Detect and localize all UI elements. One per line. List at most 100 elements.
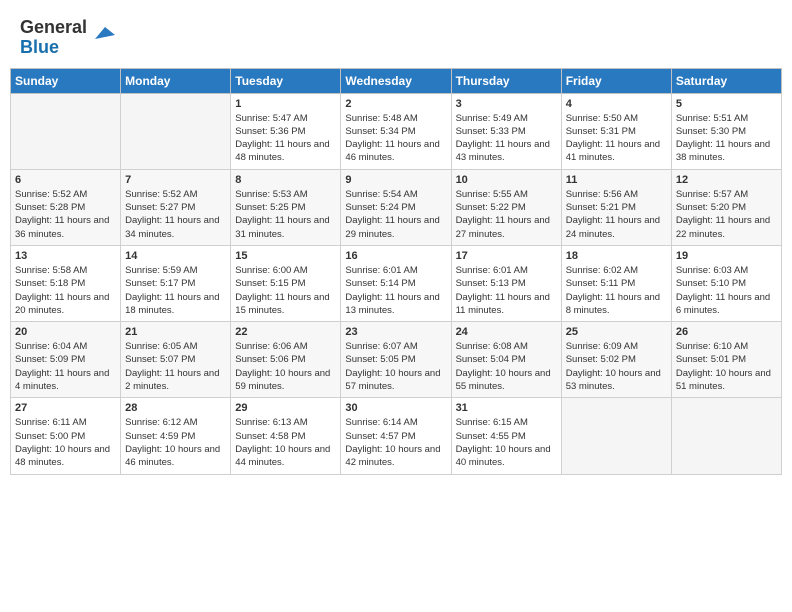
calendar-cell	[121, 93, 231, 169]
cell-content: Sunrise: 6:11 AM Sunset: 5:00 PM Dayligh…	[15, 416, 116, 469]
sunrise-text: Sunrise: 6:08 AM	[456, 341, 528, 352]
day-number: 27	[15, 402, 116, 414]
day-number: 18	[566, 250, 667, 262]
day-number: 3	[456, 98, 557, 110]
sunrise-text: Sunrise: 5:57 AM	[676, 189, 748, 200]
daylight-text: Daylight: 11 hours and 8 minutes.	[566, 292, 660, 316]
cell-content: Sunrise: 5:52 AM Sunset: 5:27 PM Dayligh…	[125, 188, 226, 241]
daylight-text: Daylight: 10 hours and 55 minutes.	[456, 368, 551, 392]
sunrise-text: Sunrise: 6:01 AM	[456, 265, 528, 276]
daylight-text: Daylight: 11 hours and 20 minutes.	[15, 292, 109, 316]
sunset-text: Sunset: 5:30 PM	[676, 126, 746, 137]
calendar-cell: 19 Sunrise: 6:03 AM Sunset: 5:10 PM Dayl…	[671, 245, 781, 321]
cell-content: Sunrise: 5:52 AM Sunset: 5:28 PM Dayligh…	[15, 188, 116, 241]
calendar-cell: 25 Sunrise: 6:09 AM Sunset: 5:02 PM Dayl…	[561, 322, 671, 398]
sunset-text: Sunset: 5:27 PM	[125, 202, 195, 213]
sunrise-text: Sunrise: 5:56 AM	[566, 189, 638, 200]
calendar-cell: 10 Sunrise: 5:55 AM Sunset: 5:22 PM Dayl…	[451, 169, 561, 245]
day-number: 9	[345, 174, 446, 186]
sunrise-text: Sunrise: 6:05 AM	[125, 341, 197, 352]
calendar-cell: 27 Sunrise: 6:11 AM Sunset: 5:00 PM Dayl…	[11, 398, 121, 474]
day-number: 5	[676, 98, 777, 110]
cell-content: Sunrise: 6:01 AM Sunset: 5:14 PM Dayligh…	[345, 264, 446, 317]
daylight-text: Daylight: 11 hours and 22 minutes.	[676, 215, 770, 239]
sunrise-text: Sunrise: 5:51 AM	[676, 113, 748, 124]
cell-content: Sunrise: 5:51 AM Sunset: 5:30 PM Dayligh…	[676, 112, 777, 165]
cell-content: Sunrise: 6:07 AM Sunset: 5:05 PM Dayligh…	[345, 340, 446, 393]
daylight-text: Daylight: 11 hours and 43 minutes.	[456, 139, 550, 163]
calendar-cell: 1 Sunrise: 5:47 AM Sunset: 5:36 PM Dayli…	[231, 93, 341, 169]
calendar-cell: 12 Sunrise: 5:57 AM Sunset: 5:20 PM Dayl…	[671, 169, 781, 245]
calendar-week-1: 1 Sunrise: 5:47 AM Sunset: 5:36 PM Dayli…	[11, 93, 782, 169]
cell-content: Sunrise: 5:49 AM Sunset: 5:33 PM Dayligh…	[456, 112, 557, 165]
sunset-text: Sunset: 4:55 PM	[456, 431, 526, 442]
daylight-text: Daylight: 10 hours and 46 minutes.	[125, 444, 220, 468]
cell-content: Sunrise: 6:08 AM Sunset: 5:04 PM Dayligh…	[456, 340, 557, 393]
cell-content: Sunrise: 5:56 AM Sunset: 5:21 PM Dayligh…	[566, 188, 667, 241]
calendar-cell: 4 Sunrise: 5:50 AM Sunset: 5:31 PM Dayli…	[561, 93, 671, 169]
day-number: 4	[566, 98, 667, 110]
sunrise-text: Sunrise: 5:48 AM	[345, 113, 417, 124]
sunset-text: Sunset: 5:28 PM	[15, 202, 85, 213]
sunset-text: Sunset: 5:20 PM	[676, 202, 746, 213]
day-number: 1	[235, 98, 336, 110]
daylight-text: Daylight: 11 hours and 13 minutes.	[345, 292, 439, 316]
daylight-text: Daylight: 11 hours and 41 minutes.	[566, 139, 660, 163]
calendar-cell: 26 Sunrise: 6:10 AM Sunset: 5:01 PM Dayl…	[671, 322, 781, 398]
calendar-cell: 30 Sunrise: 6:14 AM Sunset: 4:57 PM Dayl…	[341, 398, 451, 474]
daylight-text: Daylight: 10 hours and 44 minutes.	[235, 444, 330, 468]
calendar-week-4: 20 Sunrise: 6:04 AM Sunset: 5:09 PM Dayl…	[11, 322, 782, 398]
logo-icon	[91, 21, 115, 45]
day-number: 8	[235, 174, 336, 186]
sunset-text: Sunset: 5:13 PM	[456, 278, 526, 289]
cell-content: Sunrise: 6:02 AM Sunset: 5:11 PM Dayligh…	[566, 264, 667, 317]
sunrise-text: Sunrise: 6:06 AM	[235, 341, 307, 352]
day-number: 11	[566, 174, 667, 186]
cell-content: Sunrise: 6:01 AM Sunset: 5:13 PM Dayligh…	[456, 264, 557, 317]
daylight-text: Daylight: 10 hours and 42 minutes.	[345, 444, 440, 468]
calendar-cell: 14 Sunrise: 5:59 AM Sunset: 5:17 PM Dayl…	[121, 245, 231, 321]
daylight-text: Daylight: 11 hours and 15 minutes.	[235, 292, 329, 316]
sunrise-text: Sunrise: 5:53 AM	[235, 189, 307, 200]
daylight-text: Daylight: 11 hours and 36 minutes.	[15, 215, 109, 239]
calendar-cell: 29 Sunrise: 6:13 AM Sunset: 4:58 PM Dayl…	[231, 398, 341, 474]
calendar-table: SundayMondayTuesdayWednesdayThursdayFrid…	[10, 68, 782, 475]
sunrise-text: Sunrise: 5:52 AM	[125, 189, 197, 200]
sunrise-text: Sunrise: 6:15 AM	[456, 417, 528, 428]
weekday-header-saturday: Saturday	[671, 68, 781, 93]
cell-content: Sunrise: 6:13 AM Sunset: 4:58 PM Dayligh…	[235, 416, 336, 469]
sunrise-text: Sunrise: 6:04 AM	[15, 341, 87, 352]
sunrise-text: Sunrise: 6:00 AM	[235, 265, 307, 276]
sunrise-text: Sunrise: 6:09 AM	[566, 341, 638, 352]
sunrise-text: Sunrise: 5:55 AM	[456, 189, 528, 200]
calendar-cell: 5 Sunrise: 5:51 AM Sunset: 5:30 PM Dayli…	[671, 93, 781, 169]
day-number: 19	[676, 250, 777, 262]
cell-content: Sunrise: 5:57 AM Sunset: 5:20 PM Dayligh…	[676, 188, 777, 241]
sunrise-text: Sunrise: 6:11 AM	[15, 417, 87, 428]
sunset-text: Sunset: 5:05 PM	[345, 354, 415, 365]
day-number: 26	[676, 326, 777, 338]
sunset-text: Sunset: 5:00 PM	[15, 431, 85, 442]
daylight-text: Daylight: 10 hours and 48 minutes.	[15, 444, 110, 468]
day-number: 10	[456, 174, 557, 186]
daylight-text: Daylight: 11 hours and 48 minutes.	[235, 139, 329, 163]
calendar-cell	[671, 398, 781, 474]
day-number: 12	[676, 174, 777, 186]
daylight-text: Daylight: 11 hours and 38 minutes.	[676, 139, 770, 163]
sunrise-text: Sunrise: 5:54 AM	[345, 189, 417, 200]
day-number: 24	[456, 326, 557, 338]
calendar-cell: 6 Sunrise: 5:52 AM Sunset: 5:28 PM Dayli…	[11, 169, 121, 245]
sunset-text: Sunset: 5:11 PM	[566, 278, 636, 289]
calendar-cell	[561, 398, 671, 474]
day-number: 14	[125, 250, 226, 262]
calendar-week-2: 6 Sunrise: 5:52 AM Sunset: 5:28 PM Dayli…	[11, 169, 782, 245]
calendar-cell: 22 Sunrise: 6:06 AM Sunset: 5:06 PM Dayl…	[231, 322, 341, 398]
cell-content: Sunrise: 6:15 AM Sunset: 4:55 PM Dayligh…	[456, 416, 557, 469]
weekday-header-sunday: Sunday	[11, 68, 121, 93]
cell-content: Sunrise: 5:54 AM Sunset: 5:24 PM Dayligh…	[345, 188, 446, 241]
cell-content: Sunrise: 6:00 AM Sunset: 5:15 PM Dayligh…	[235, 264, 336, 317]
sunrise-text: Sunrise: 5:49 AM	[456, 113, 528, 124]
sunrise-text: Sunrise: 5:59 AM	[125, 265, 197, 276]
day-number: 20	[15, 326, 116, 338]
daylight-text: Daylight: 11 hours and 11 minutes.	[456, 292, 550, 316]
